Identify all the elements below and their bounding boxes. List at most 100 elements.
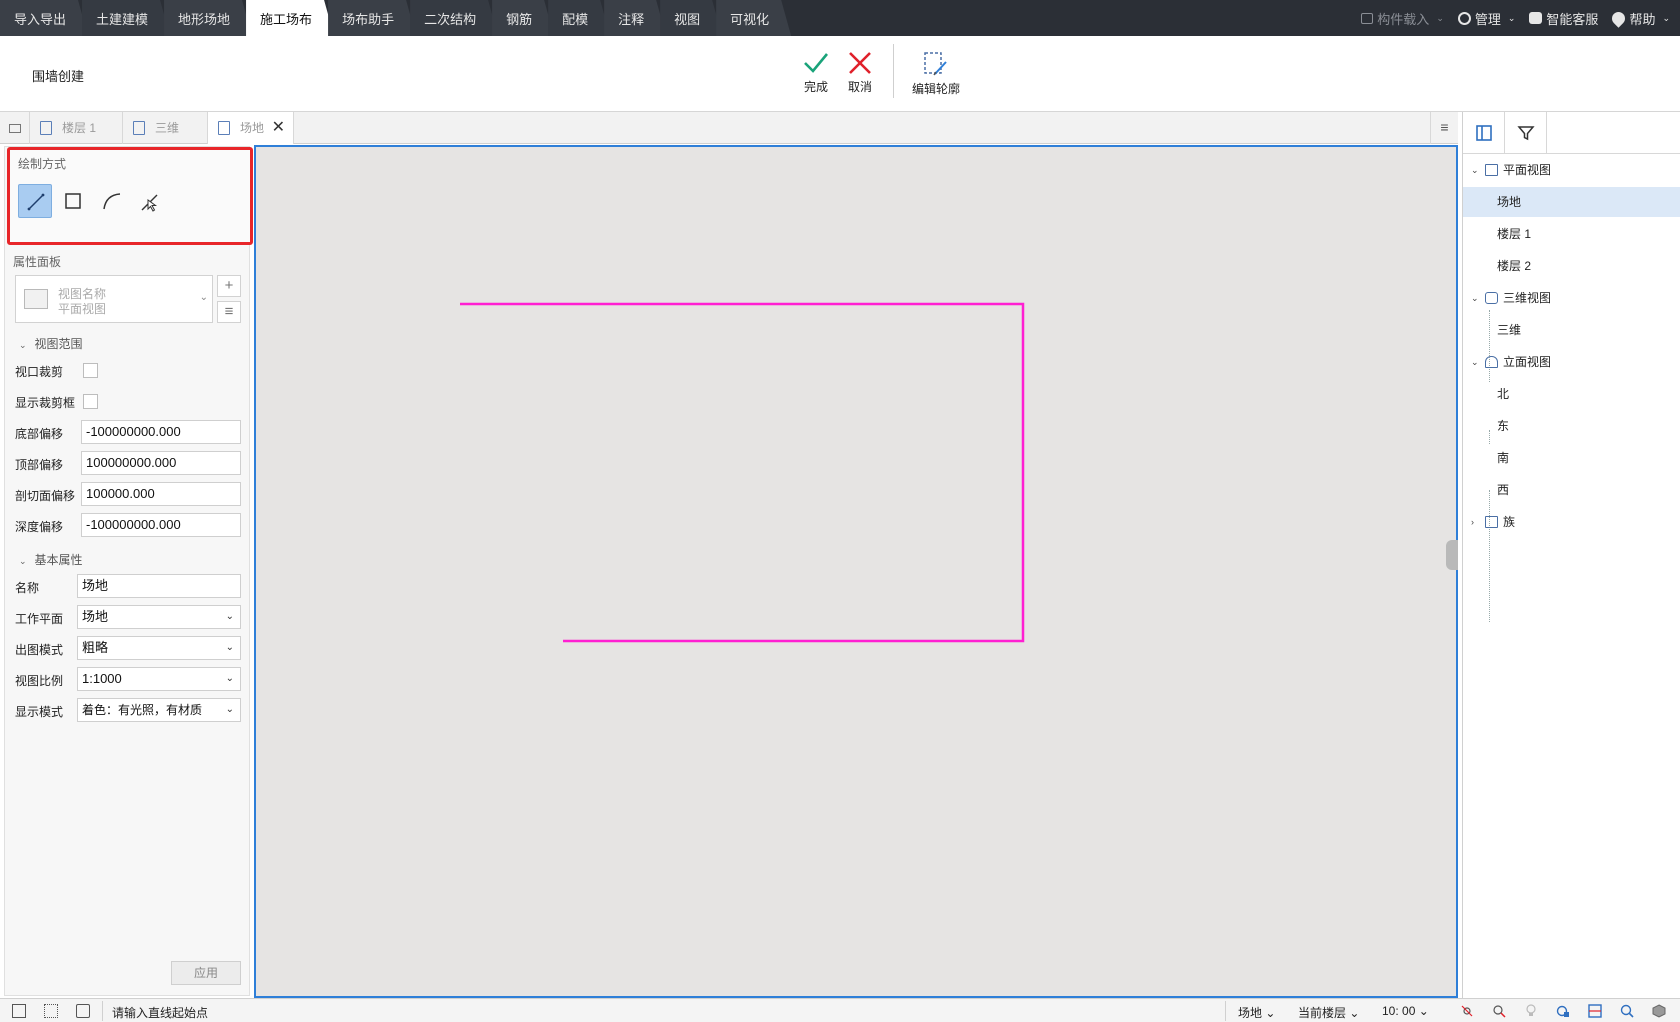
work-plane-select[interactable]: 场地 ⌄ [77,605,241,629]
status-view-select[interactable]: 场地 ⌄ [1238,1004,1275,1021]
menu-tab-layout-assistant[interactable]: 场布助手 [328,0,416,36]
bottom-offset-input[interactable]: -100000000.000 [81,420,241,444]
cancel-label: 取消 [847,80,872,94]
draw-mode-box: 绘制方式 [7,147,253,245]
project-browser-button[interactable] [1463,112,1505,154]
help-label: 帮助 [1629,11,1656,27]
view-type-selector[interactable]: 视图名称 平面视图 ⌄ [15,275,213,323]
status-floor-select[interactable]: 当前楼层 ⌄ [1298,1004,1359,1021]
filter-button[interactable] [1505,112,1547,154]
menu-tab-annotation[interactable]: 注释 [604,0,666,36]
menu-tab-view[interactable]: 视图 [660,0,722,36]
zoom-extents-icon[interactable] [1620,1004,1634,1018]
menu-tab-rebar[interactable]: 钢筋 [492,0,554,36]
display-mode-select[interactable]: 着色：有光照，有材质 ⌄ [77,698,241,722]
tree-item-east[interactable]: 东 [1463,411,1680,441]
chevron-down-icon: ⌄ [1471,165,1479,175]
view-range-group-header[interactable]: ⌄ 视图范围 [19,335,83,352]
tree-item-west[interactable]: 西 [1463,475,1680,505]
panel-icon [1476,125,1492,141]
close-icon[interactable]: ✕ [272,112,285,144]
pick-line-tool-icon [141,194,158,212]
help-menu[interactable]: 帮助 ⌄ [1609,8,1670,28]
tree-item-north[interactable]: 北 [1463,379,1680,409]
cube-icon [1485,292,1498,304]
gear-icon [1457,11,1471,25]
manage-label: 管理 [1474,11,1501,27]
tree-item-site[interactable]: 场地 [1463,187,1680,217]
tree-label: 场地 [1497,195,1522,209]
shadow-icon[interactable] [1492,1004,1506,1018]
section-box-icon[interactable] [1588,1004,1602,1018]
view-tab-floor-1[interactable]: 楼层 1 [30,112,123,144]
component-load-menu[interactable]: 构件载入 ⌄ [1361,9,1444,28]
menu-tab-terrain-site[interactable]: 地形场地 [164,0,252,36]
add-view-button[interactable]: + [217,275,241,297]
grid-view-icon[interactable] [12,1004,26,1018]
output-mode-select[interactable]: 粗略 ⌄ [77,636,241,660]
cut-offset-input[interactable]: 100000.000 [81,482,241,506]
filter-icon [1517,126,1535,141]
check-icon [804,53,829,73]
view-scale-select[interactable]: 1:1000 ⌄ [77,667,241,691]
view-tab-site[interactable]: 场地 ✕ [208,112,294,144]
menu-tab-construction-layout[interactable]: 施工场布 [246,0,334,36]
depth-offset-input[interactable]: -100000000.000 [81,513,241,537]
status-time-value: 10: 00 [1382,1004,1416,1018]
tree-item-3d[interactable]: 三维 [1463,315,1680,345]
layout-view-icon[interactable] [76,1004,90,1018]
pick-line-tool-button[interactable] [132,184,166,218]
top-offset-input[interactable]: 100000000.000 [81,451,241,475]
ribbon-title: 围墙创建 [32,69,85,84]
tree-group-plan-views[interactable]: ⌄ 平面视图 [1463,155,1680,185]
lightbulb-icon[interactable] [1524,1004,1538,1018]
chevron-down-icon: ⌄ [1436,12,1444,23]
menu-tab-import-export[interactable]: 导入导出 [0,0,88,36]
name-label: 名称 [15,581,40,595]
name-input[interactable]: 场地 [77,574,241,598]
tree-item-south[interactable]: 南 [1463,443,1680,473]
tree-group-3d-views[interactable]: ⌄ 三维视图 [1463,283,1680,313]
cube-icon[interactable] [1652,1004,1666,1018]
finish-button[interactable]: 完成 [802,50,830,95]
view-range-label: 视图范围 [34,337,83,351]
basic-properties-group-header[interactable]: ⌄ 基本属性 [19,551,83,568]
document-icon [133,121,145,135]
arc-tool-button[interactable] [94,184,128,218]
edit-outline-button[interactable]: 编辑轮廓 [912,50,960,97]
tree-label: 立面视图 [1503,355,1552,369]
manage-menu[interactable]: 管理 ⌄ [1457,9,1515,28]
view-tabs-menu-button[interactable]: ≡ [1430,112,1458,144]
render-icon[interactable] [1556,1004,1570,1018]
sun-icon[interactable] [1460,1004,1474,1018]
menu-tab-civil-modeling[interactable]: 土建建模 [82,0,170,36]
collapse-panel-handle[interactable] [1446,540,1458,570]
rectangle-tool-button[interactable] [56,184,90,218]
menu-tab-formwork[interactable]: 配模 [548,0,610,36]
drawing-canvas[interactable] [254,145,1458,998]
view-tab-3d[interactable]: 三维 [123,112,208,144]
show-clip-box-checkbox[interactable] [83,394,98,409]
line-tool-button[interactable] [18,184,52,218]
finish-label: 完成 [803,80,828,94]
edit-outline-label: 编辑轮廓 [912,82,961,96]
plan-view-icon [1485,164,1498,176]
menu-tab-visualization[interactable]: 可视化 [716,0,791,36]
apply-button[interactable]: 应用 [171,961,241,985]
depth-offset-label: 深度偏移 [15,520,64,534]
tile-view-icon[interactable] [44,1004,58,1018]
viewport-clip-checkbox[interactable] [83,363,98,378]
view-list-button[interactable]: ≡ [217,301,241,323]
status-time-select[interactable]: 10: 00 ⌄ [1382,1004,1429,1018]
tree-item-floor-2[interactable]: 楼层 2 [1463,251,1680,281]
menu-tab-secondary-structure[interactable]: 二次结构 [410,0,498,36]
chevron-down-icon: ⌄ [1471,357,1479,367]
right-panel-toolbar [1463,112,1680,154]
tree-item-floor-1[interactable]: 楼层 1 [1463,219,1680,249]
view-tabs-toggle[interactable] [0,112,30,144]
cancel-button[interactable]: 取消 [847,50,873,95]
status-divider [1225,1001,1226,1021]
tree-group-family[interactable]: › 族 [1463,507,1680,537]
smart-service-button[interactable]: 智能客服 [1529,9,1598,28]
tree-group-elevation-views[interactable]: ⌄ 立面视图 [1463,347,1680,377]
